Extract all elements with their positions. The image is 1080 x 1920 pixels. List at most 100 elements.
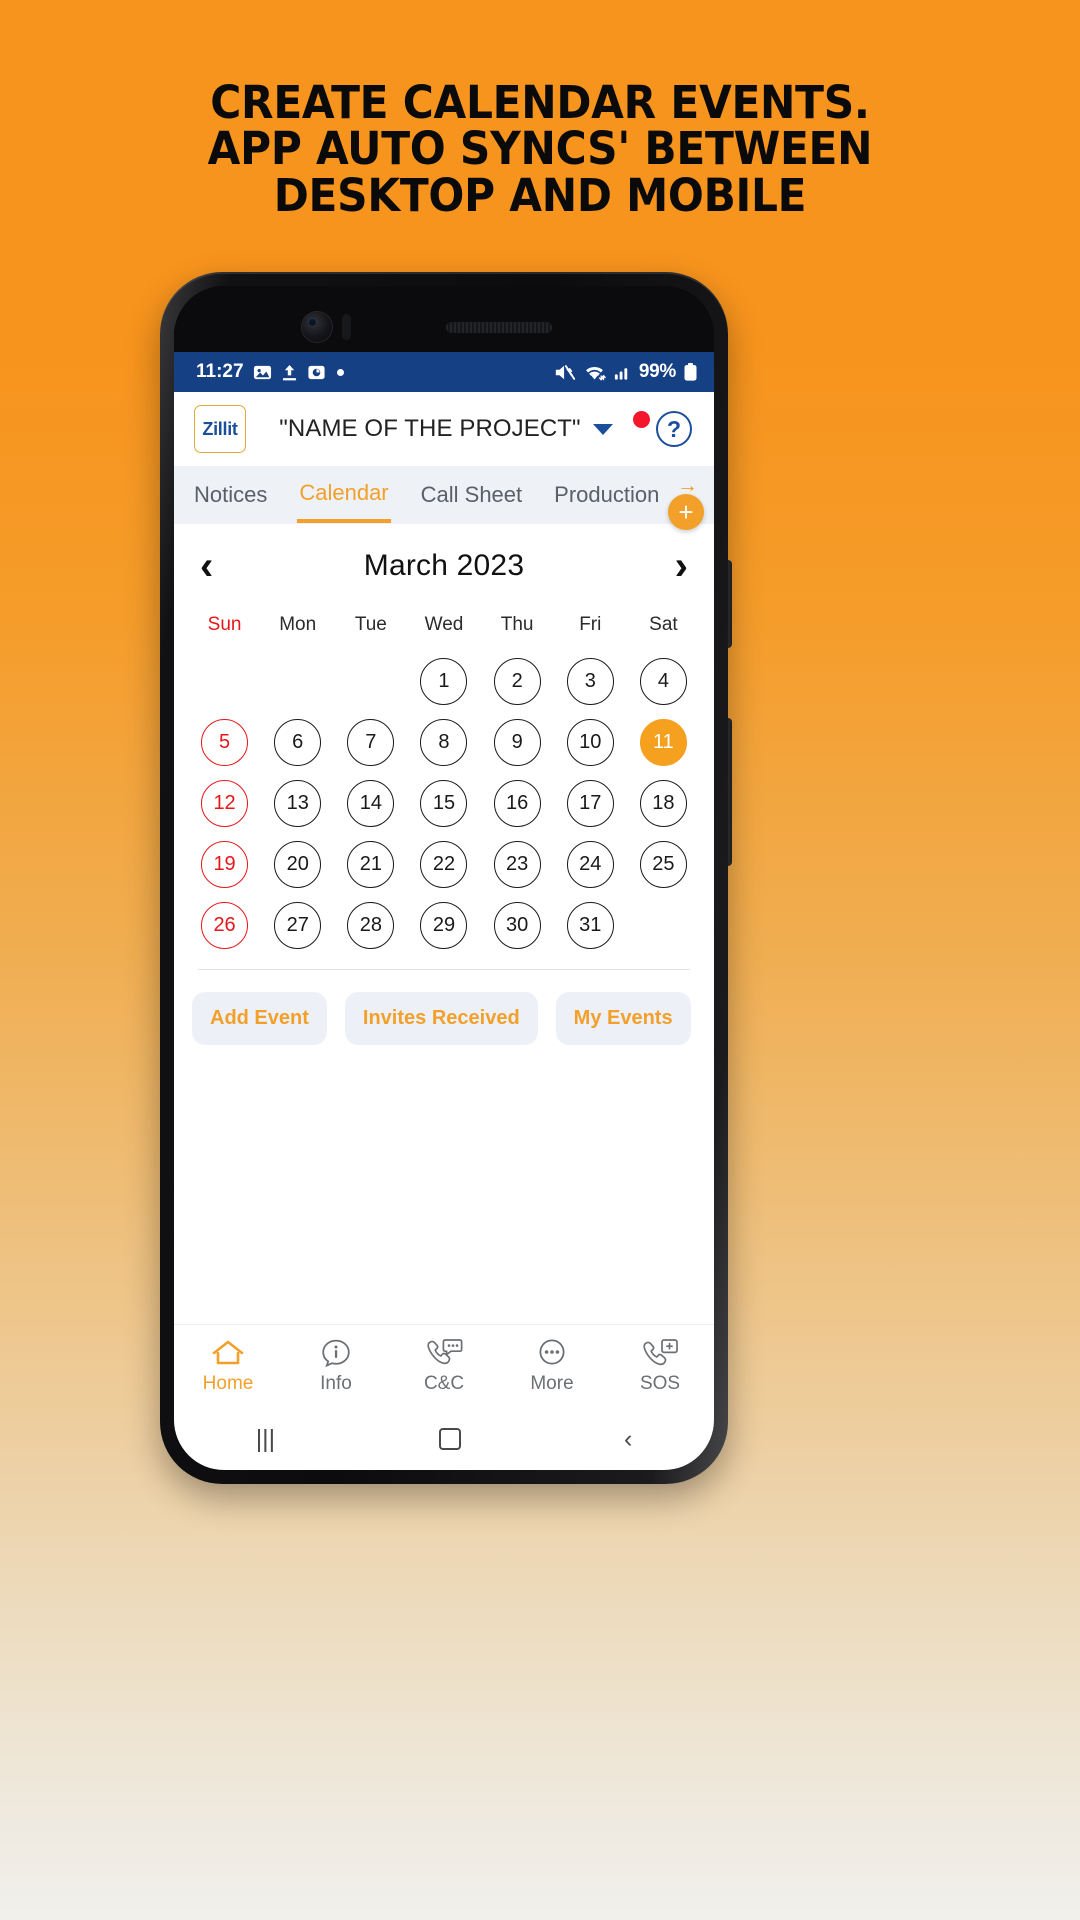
tab-bar: Notices Calendar Call Sheet Production →…	[174, 466, 714, 530]
proximity-sensor-icon	[342, 314, 351, 340]
app-content: Zillit "NAME OF THE PROJECT" ? Notices C…	[174, 392, 714, 1408]
calendar-cell[interactable]: 6	[261, 713, 334, 774]
promo-headline: CREATE CALENDAR EVENTS. APP AUTO SYNCS' …	[32, 76, 1047, 219]
calendar-day-1[interactable]: 1	[420, 658, 468, 705]
calendar-day-10[interactable]: 10	[566, 719, 614, 766]
add-event-button[interactable]: Add Event	[192, 992, 327, 1045]
calendar-cell[interactable]: 8	[407, 713, 480, 774]
tab-notices[interactable]: Notices	[192, 470, 269, 521]
calendar-day-26[interactable]: 26	[201, 902, 249, 949]
calendar-cell[interactable]: 18	[627, 774, 700, 835]
calendar-cell[interactable]: 24	[554, 835, 627, 896]
image-icon	[253, 363, 272, 382]
calendar-day-19[interactable]: 19	[201, 841, 249, 888]
calendar-cell[interactable]: 20	[261, 835, 334, 896]
calendar-cell[interactable]: 3	[554, 652, 627, 713]
invites-received-button[interactable]: Invites Received	[344, 992, 538, 1045]
calendar-day-23[interactable]: 23	[493, 841, 541, 888]
calendar-cell[interactable]: 1	[407, 652, 480, 713]
weekday-thu: Thu	[500, 614, 534, 635]
calendar-day-8[interactable]: 8	[420, 719, 468, 766]
headline-line-1: CREATE CALENDAR EVENTS.	[210, 76, 870, 129]
help-button[interactable]: ?	[656, 411, 692, 447]
calendar-cell[interactable]: 21	[334, 835, 407, 896]
zillit-logo[interactable]: Zillit	[194, 405, 246, 453]
nav-cc[interactable]: C&C	[390, 1338, 498, 1395]
calendar-week-row: 26 27 28 29 30 31	[188, 896, 700, 957]
calendar-day-5[interactable]: 5	[201, 719, 249, 766]
calendar-cell[interactable]: 4	[627, 652, 700, 713]
calendar-day-20[interactable]: 20	[274, 841, 322, 888]
calendar-cell[interactable]: 13	[261, 774, 334, 835]
calendar-cell[interactable]: 7	[334, 713, 407, 774]
next-month-button[interactable]: ›	[675, 546, 688, 586]
calendar-cell[interactable]: 16	[481, 774, 554, 835]
calendar-cell[interactable]: 31	[554, 896, 627, 957]
calendar-day-11[interactable]: 11	[639, 719, 687, 766]
calendar-day-30[interactable]: 30	[493, 902, 541, 949]
nav-info[interactable]: Info	[282, 1338, 390, 1395]
calendar-cell[interactable]: 29	[407, 896, 480, 957]
calendar-day-29[interactable]: 29	[420, 902, 468, 949]
calendar-day-7[interactable]: 7	[347, 719, 395, 766]
prev-month-button[interactable]: ‹	[200, 546, 213, 586]
home-square-icon[interactable]	[438, 1428, 461, 1450]
calendar-day-14[interactable]: 14	[347, 780, 395, 827]
calendar-day-12[interactable]: 12	[201, 780, 249, 827]
calendar-cell[interactable]: 15	[407, 774, 480, 835]
tab-calendar[interactable]: Calendar	[297, 468, 391, 523]
calendar-day-3[interactable]: 3	[566, 658, 614, 705]
calendar-cell[interactable]: 14	[334, 774, 407, 835]
calendar-cell[interactable]: 27	[261, 896, 334, 957]
calendar-day-empty	[640, 902, 687, 949]
calendar-day-28[interactable]: 28	[347, 902, 395, 949]
headline-line-2: APP AUTO SYNCS' BETWEEN	[207, 122, 873, 176]
calendar-day-21[interactable]: 21	[347, 841, 395, 888]
calendar-day-6[interactable]: 6	[274, 719, 322, 766]
calendar-day-15[interactable]: 15	[420, 780, 468, 827]
tab-call-sheet[interactable]: Call Sheet	[419, 470, 525, 521]
calendar-day-13[interactable]: 13	[274, 780, 322, 827]
calendar-cell[interactable]: 5	[188, 713, 261, 774]
calendar-cell[interactable]: 12	[188, 774, 261, 835]
chevron-down-icon[interactable]	[592, 423, 613, 435]
calendar-day-4[interactable]: 4	[639, 658, 687, 705]
calendar-cell[interactable]: 30	[481, 896, 554, 957]
calendar-day-9[interactable]: 9	[493, 719, 541, 766]
calendar-cell[interactable]: 23	[481, 835, 554, 896]
calendar-day-2[interactable]: 2	[493, 658, 541, 705]
project-selector[interactable]: "NAME OF THE PROJECT"	[250, 411, 650, 443]
calendar-cell[interactable]: 2	[481, 652, 554, 713]
calendar-cell[interactable]: 17	[554, 774, 627, 835]
calendar-day-27[interactable]: 27	[274, 902, 322, 949]
calendar-cell[interactable]: 19	[188, 835, 261, 896]
calendar-day-25[interactable]: 25	[639, 841, 687, 888]
calendar-cell[interactable]: 11	[627, 713, 700, 774]
calendar-grid: Sun Mon Tue Wed Thu Fri Sat 1 2 3 4 5 6 7 8 9 10 11 12 13 1…	[174, 600, 714, 970]
bottom-navigation: Home Info C&C More SOS	[174, 1324, 714, 1408]
calendar-day-18[interactable]: 18	[639, 780, 687, 827]
calendar-cell[interactable]: 26	[188, 896, 261, 957]
calendar-cell[interactable]: 9	[481, 713, 554, 774]
calendar-cell[interactable]: 25	[627, 835, 700, 896]
calendar-day-22[interactable]: 22	[420, 841, 468, 888]
calendar-cell[interactable]: 10	[554, 713, 627, 774]
calendar-cell[interactable]: 22	[407, 835, 480, 896]
nav-sos[interactable]: SOS	[606, 1338, 714, 1395]
upload-icon	[281, 363, 298, 382]
nav-more-label: More	[530, 1373, 574, 1394]
weekday-mon: Mon	[279, 614, 317, 635]
calendar-cell[interactable]: 28	[334, 896, 407, 957]
nav-more[interactable]: More	[498, 1338, 606, 1395]
calendar-day-17[interactable]: 17	[566, 780, 614, 827]
front-camera-icon	[302, 312, 332, 342]
back-button[interactable]: ‹	[624, 1425, 632, 1454]
add-fab-button[interactable]: +	[668, 494, 704, 530]
calendar-day-31[interactable]: 31	[566, 902, 614, 949]
nav-home[interactable]: Home	[174, 1338, 282, 1395]
recents-button[interactable]: |||	[256, 1425, 275, 1454]
calendar-day-16[interactable]: 16	[493, 780, 541, 827]
my-events-button[interactable]: My Events	[555, 992, 691, 1045]
calendar-day-24[interactable]: 24	[566, 841, 614, 888]
tab-production[interactable]: Production	[552, 470, 661, 521]
